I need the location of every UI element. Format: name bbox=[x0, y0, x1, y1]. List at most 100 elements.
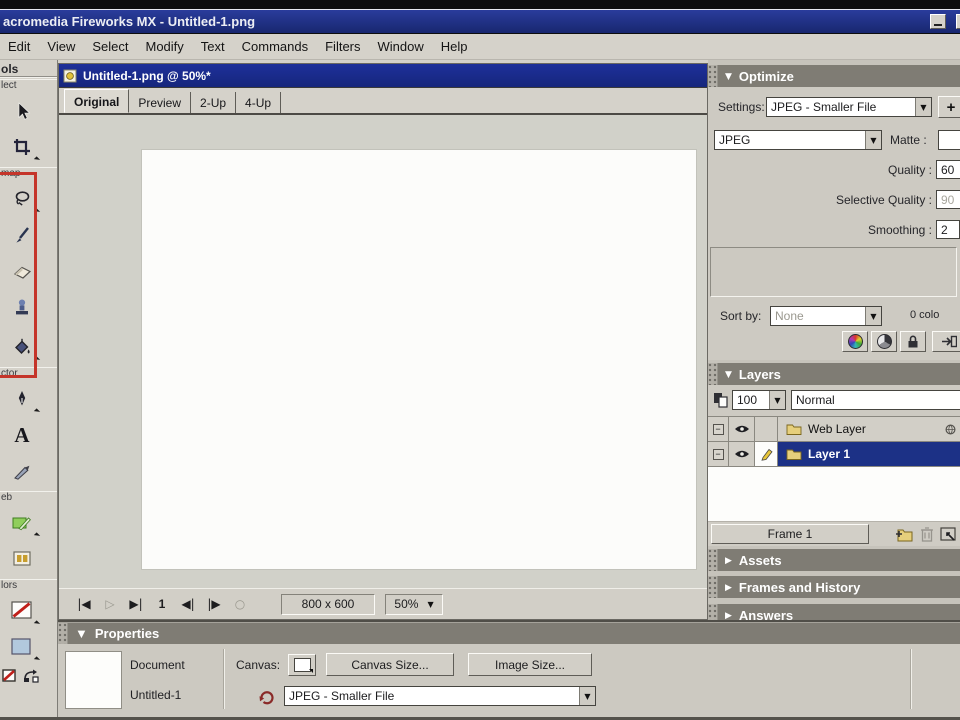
panel-gripper[interactable] bbox=[708, 65, 718, 87]
tools-section-bitmap: map bbox=[0, 167, 57, 181]
expand-layer-toggle[interactable]: − bbox=[708, 442, 729, 466]
titlebar[interactable]: acromedia Fireworks MX - Untitled-1.png bbox=[0, 9, 960, 34]
crop-tool[interactable] bbox=[0, 129, 44, 165]
lock-color-button[interactable] bbox=[900, 331, 926, 352]
first-frame-button[interactable]: |◀ bbox=[71, 597, 97, 611]
panel-gripper[interactable] bbox=[58, 623, 68, 644]
layer-edit-column[interactable] bbox=[755, 417, 778, 441]
panel-gripper[interactable] bbox=[708, 363, 718, 385]
layer-edit-column[interactable] bbox=[755, 442, 778, 466]
dropdown-arrow-button[interactable]: ▼ bbox=[865, 307, 881, 325]
knife-tool[interactable] bbox=[0, 453, 44, 489]
matte-color-swatch[interactable] bbox=[938, 130, 960, 150]
add-color-button[interactable] bbox=[932, 331, 960, 352]
crop-icon bbox=[14, 139, 30, 155]
pointer-tool[interactable] bbox=[0, 93, 44, 129]
menu-select[interactable]: Select bbox=[92, 39, 128, 54]
dropdown-arrow-button[interactable]: ▼ bbox=[579, 687, 595, 705]
tab-original[interactable]: Original bbox=[64, 89, 130, 113]
layer-name-area[interactable]: Layer 1 bbox=[778, 442, 960, 466]
paint-bucket-tool[interactable] bbox=[0, 329, 44, 365]
settings-dropdown[interactable]: JPEG - Smaller File ▼ bbox=[766, 97, 932, 117]
menubar: Edit View Select Modify Text Commands Fi… bbox=[0, 34, 960, 60]
divider bbox=[223, 649, 225, 709]
frame-selector-button[interactable]: Frame 1 bbox=[711, 524, 869, 544]
tab-2up[interactable]: 2-Up bbox=[191, 92, 237, 113]
sort-by-dropdown[interactable]: None ▼ bbox=[770, 306, 882, 326]
canvas-size-button[interactable]: Canvas Size... bbox=[326, 653, 454, 676]
panel-gripper[interactable] bbox=[708, 576, 718, 598]
layer-visibility-toggle[interactable] bbox=[729, 417, 755, 441]
play-button[interactable]: ▷ bbox=[97, 597, 123, 611]
frames-history-panel-header[interactable]: ▶ Frames and History bbox=[708, 576, 960, 598]
tools-section-web: eb bbox=[0, 491, 57, 505]
canvas-color-swatch[interactable] bbox=[288, 654, 316, 676]
maximize-button[interactable] bbox=[956, 14, 960, 29]
menu-edit[interactable]: Edit bbox=[8, 39, 30, 54]
selective-quality-field[interactable]: 90 bbox=[936, 190, 960, 209]
stop-button[interactable]: ○ bbox=[227, 597, 253, 611]
document-icon bbox=[63, 69, 77, 82]
fill-color-well[interactable] bbox=[0, 629, 44, 665]
canvas[interactable] bbox=[141, 149, 697, 570]
layer-row-web-layer[interactable]: − Web Layer bbox=[708, 417, 960, 442]
panel-options-icon[interactable] bbox=[940, 527, 956, 541]
show-slices-tool[interactable] bbox=[0, 541, 44, 577]
menu-commands[interactable]: Commands bbox=[242, 39, 308, 54]
export-format-dropdown[interactable]: JPEG ▼ bbox=[714, 130, 882, 150]
rebuild-color-table-button[interactable] bbox=[842, 331, 868, 352]
document-titlebar[interactable]: Untitled-1.png @ 50%* bbox=[59, 64, 707, 88]
menu-modify[interactable]: Modify bbox=[146, 39, 184, 54]
previous-frame-button[interactable]: ◀| bbox=[175, 597, 201, 611]
swap-colors-icon[interactable] bbox=[22, 669, 40, 683]
dropdown-arrow-button[interactable]: ▼ bbox=[915, 98, 931, 116]
menu-filters[interactable]: Filters bbox=[325, 39, 360, 54]
assets-panel-header[interactable]: ▶ Assets bbox=[708, 549, 960, 571]
layers-panel-header[interactable]: ▼ Layers bbox=[708, 363, 960, 385]
slice-tool[interactable] bbox=[0, 505, 44, 541]
blend-mode-dropdown[interactable]: Normal bbox=[791, 390, 960, 410]
zoom-level-dropdown[interactable]: 50% ▼ bbox=[385, 593, 443, 615]
optimize-panel-header[interactable]: ▼ Optimize bbox=[708, 65, 960, 87]
eraser-tool[interactable] bbox=[0, 253, 44, 289]
quality-field[interactable]: 60 bbox=[936, 160, 960, 179]
default-colors-icon[interactable] bbox=[2, 669, 18, 683]
tab-preview[interactable]: Preview bbox=[129, 92, 192, 113]
expand-layer-toggle[interactable]: − bbox=[708, 417, 729, 441]
menu-window[interactable]: Window bbox=[378, 39, 424, 54]
pen-tool[interactable] bbox=[0, 381, 44, 417]
dropdown-arrow-button[interactable]: ▼ bbox=[769, 391, 785, 409]
stroke-color-well[interactable] bbox=[0, 593, 44, 629]
text-tool[interactable]: A bbox=[0, 417, 44, 453]
frames-bar-icons bbox=[894, 526, 960, 542]
minimize-button[interactable] bbox=[930, 14, 946, 29]
last-frame-button[interactable]: ▶| bbox=[123, 597, 149, 611]
layer-visibility-toggle[interactable] bbox=[729, 442, 755, 466]
default-export-dropdown[interactable]: JPEG - Smaller File ▼ bbox=[284, 686, 596, 706]
web-dither-button[interactable] bbox=[871, 331, 897, 352]
delete-frame-icon[interactable] bbox=[920, 526, 934, 542]
layer-opacity-field[interactable]: 100 ▼ bbox=[732, 390, 786, 410]
dropdown-arrow-button[interactable]: ▼ bbox=[865, 131, 881, 149]
rubber-stamp-tool[interactable] bbox=[0, 289, 44, 325]
canvas-size-indicator: 800 x 600 bbox=[281, 593, 375, 615]
add-preset-button[interactable]: + bbox=[938, 96, 960, 118]
image-size-button[interactable]: Image Size... bbox=[468, 653, 592, 676]
document-type-label: Document bbox=[130, 658, 185, 672]
layer-row-layer-1[interactable]: − Layer 1 bbox=[708, 442, 960, 467]
menu-help[interactable]: Help bbox=[441, 39, 468, 54]
answers-panel-header[interactable]: ▶ Answers bbox=[708, 604, 960, 620]
tab-4up[interactable]: 4-Up bbox=[236, 92, 282, 113]
next-frame-button[interactable]: |▶ bbox=[201, 597, 227, 611]
panel-gripper[interactable] bbox=[708, 549, 718, 571]
panel-gripper[interactable] bbox=[708, 604, 718, 620]
brush-tool[interactable] bbox=[0, 217, 44, 253]
layer-name-area[interactable]: Web Layer bbox=[778, 417, 960, 441]
menu-text[interactable]: Text bbox=[201, 39, 225, 54]
new-frame-icon[interactable] bbox=[894, 527, 914, 542]
chevron-down-icon: ▼ bbox=[920, 102, 927, 112]
smoothing-field[interactable]: 2 bbox=[936, 220, 960, 239]
lasso-tool[interactable] bbox=[0, 181, 44, 217]
menu-view[interactable]: View bbox=[47, 39, 75, 54]
properties-panel-header[interactable]: ▼ Properties bbox=[58, 622, 960, 644]
